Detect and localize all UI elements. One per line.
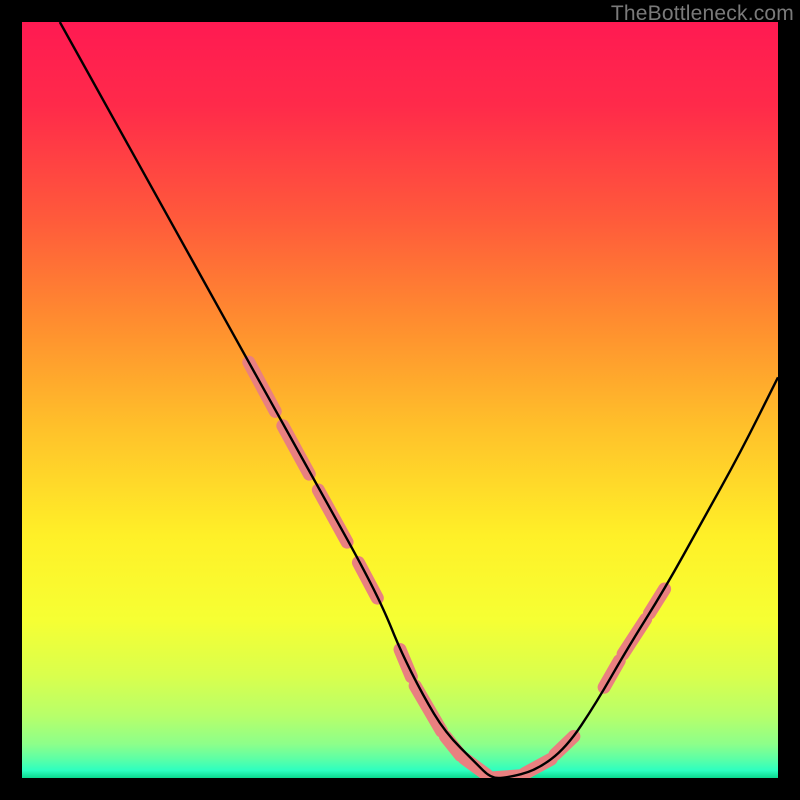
watermark-text: TheBottleneck.com [611, 2, 794, 26]
bottleneck-chart [22, 22, 778, 778]
chart-frame [22, 22, 778, 778]
